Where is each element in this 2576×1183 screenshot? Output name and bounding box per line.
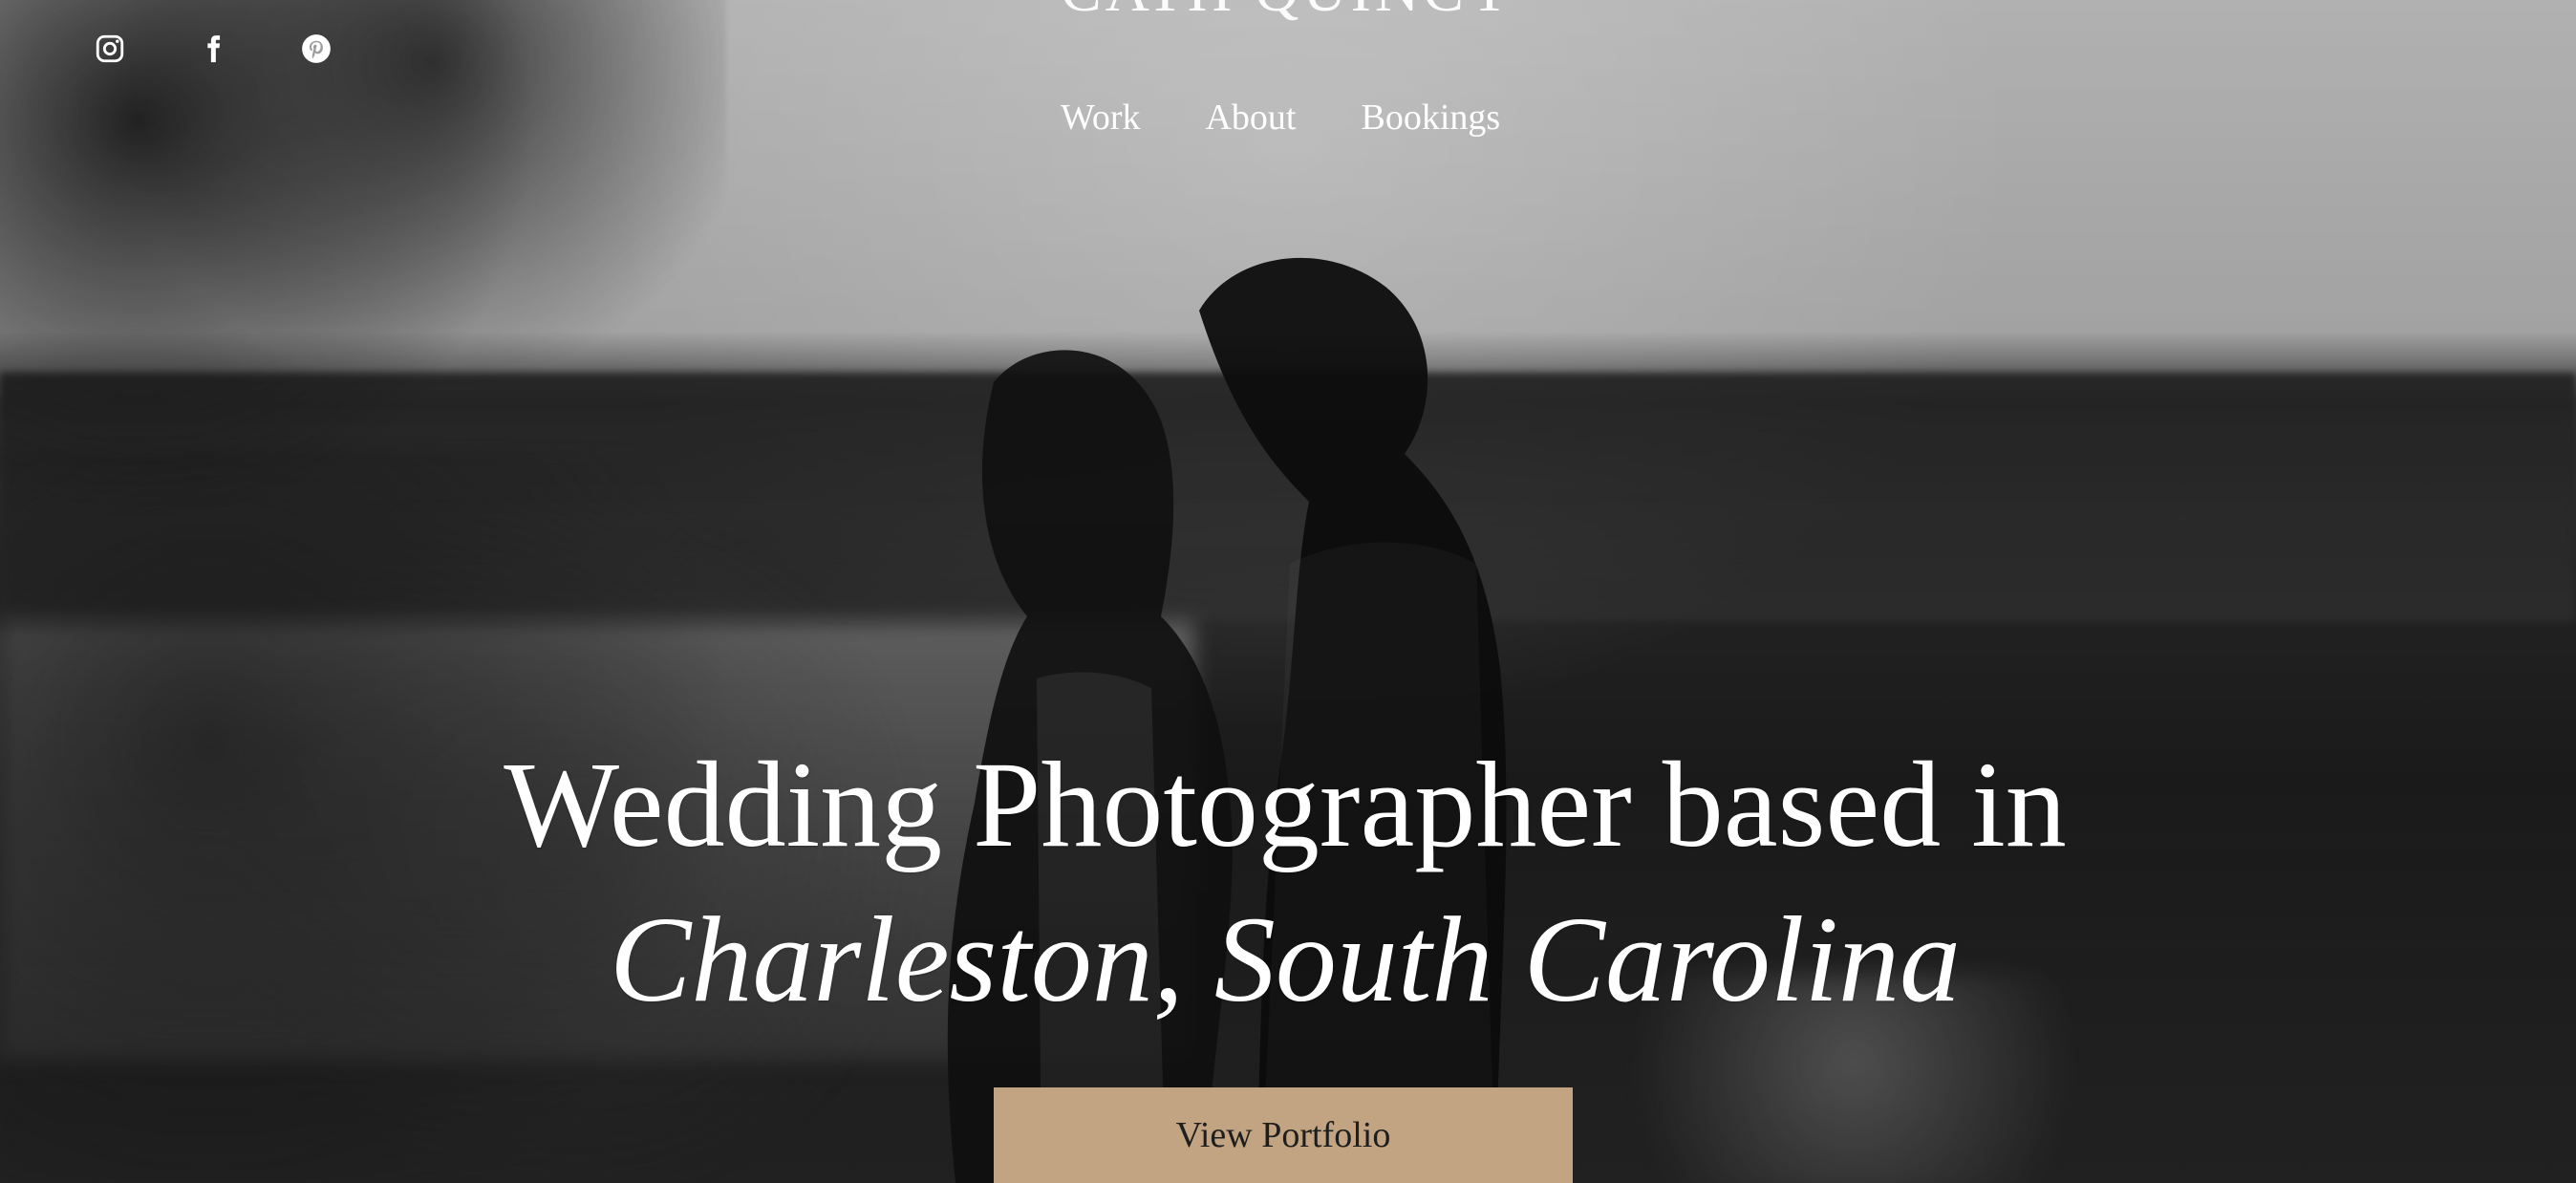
social-links (94, 32, 333, 65)
facebook-icon[interactable] (197, 32, 229, 65)
pinterest-icon[interactable] (300, 32, 333, 65)
instagram-icon-graphic (96, 34, 124, 63)
facebook-icon-graphic (207, 35, 221, 63)
nav-item-work[interactable]: Work (1061, 96, 1140, 140)
hero-headline-line1: Wedding Photographer based in (504, 737, 2067, 872)
view-portfolio-button[interactable]: View Portfolio (994, 1087, 1573, 1183)
hero-headline: Wedding Photographer based in Charleston… (354, 731, 2217, 1033)
instagram-icon[interactable] (94, 32, 126, 65)
hero-headline-line2: Charleston, South Carolina (609, 892, 1962, 1027)
pinterest-icon-graphic (302, 34, 331, 63)
page: CATH QUINCY Work About Bookings Wedding (0, 0, 2576, 1183)
nav-item-bookings[interactable]: Bookings (1361, 96, 1500, 140)
brand-logo[interactable]: CATH QUINCY (955, 0, 1621, 21)
nav-item-about[interactable]: About (1205, 96, 1296, 140)
main-nav: Work About Bookings (1061, 96, 1500, 140)
